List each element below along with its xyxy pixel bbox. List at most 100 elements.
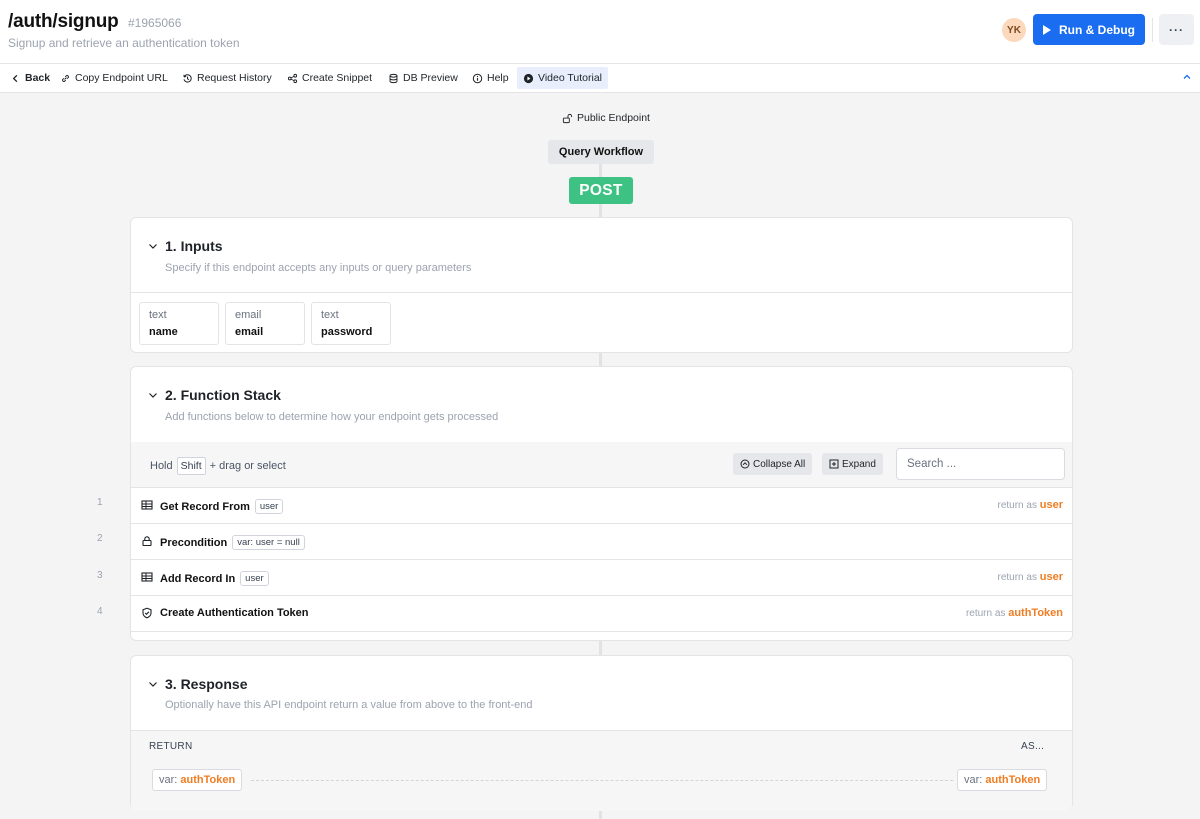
input-field-password[interactable]: text password [311,302,391,345]
function-stack-title: 2. Function Stack [165,387,281,403]
db-preview-label: DB Preview [403,72,458,84]
more-options-button[interactable]: ··· [1159,14,1194,45]
hold-label: Hold [150,460,173,472]
request-history-label: Request History [197,72,272,84]
chevron-down-icon [149,682,157,687]
play-circle-icon [523,73,534,83]
public-endpoint-label: Public Endpoint [577,112,650,124]
back-label: Back [25,72,51,84]
workflow-connector [599,352,602,366]
input-field-email[interactable]: email email [225,302,305,345]
function-search-input[interactable]: Search ... [896,448,1065,480]
function-label: Add Record In user [160,571,269,586]
chevron-down-icon [149,244,157,249]
response-mapping: RETURN AS... var: authToken var: authTok… [131,731,1072,811]
line-number: 4 [97,606,103,617]
back-button[interactable]: Back [8,67,52,89]
unlock-icon [562,113,573,123]
return-as-label: return as [997,500,1037,511]
function-label: Create Authentication Token [160,607,309,619]
return-as-label: return as [965,608,1006,619]
inputs-description: Specify if this endpoint accepts any inp… [165,262,472,274]
inputs-header[interactable]: 1. Inputs [148,238,223,254]
function-label: Precondition var: user = null [160,535,305,550]
input-name: password [321,326,373,338]
public-endpoint-toggle[interactable]: Public Endpoint [562,112,650,124]
return-as-label: return as [997,572,1037,583]
function-name: Get Record From [160,500,250,513]
page-subtitle: Signup and retrieve an authentication to… [8,36,240,50]
shield-icon [142,607,152,619]
as-var: authToken [985,774,1041,786]
as-column-label: AS... [1021,741,1045,752]
video-tutorial-button[interactable]: Video Tutorial [517,67,609,89]
chevron-down-icon [149,393,157,398]
line-number: 2 [97,533,103,544]
copy-endpoint-url-button[interactable]: Copy Endpoint URL [58,67,170,89]
chevron-up-icon[interactable] [1182,72,1192,82]
return-variable-pill[interactable]: var: authToken [152,769,243,791]
function-row-get-record[interactable]: Get Record From user return as user [131,488,1072,524]
return-var: user [1039,571,1063,583]
input-type: text [149,309,167,321]
query-workflow-badge[interactable]: Query Workflow [548,140,654,164]
function-row-create-token[interactable]: Create Authentication Token return as au… [131,596,1072,632]
workflow-connector [599,164,602,177]
var-prefix: var: [964,774,983,786]
function-row-add-record[interactable]: Add Record In user return as user [131,560,1072,596]
db-preview-button[interactable]: DB Preview [386,67,460,89]
response-description: Optionally have this API endpoint return… [165,699,533,711]
run-debug-label: Run & Debug [1059,22,1135,37]
shift-key: Shift [176,457,206,475]
var-prefix: var: [159,774,178,786]
collapse-all-label: Collapse All [753,458,806,470]
http-method-badge[interactable]: POST [569,177,633,204]
page-title: /auth/signup [8,11,119,32]
table-tag: user [254,499,284,514]
collapse-all-button[interactable]: Collapse All [733,453,813,475]
function-name: Add Record In [160,572,236,585]
help-button[interactable]: Help [470,67,511,89]
return-column-label: RETURN [149,741,193,752]
return-as: return as user [998,499,1064,511]
function-stack-toolbar: Hold Shift + drag or select Collapse All… [131,442,1072,488]
video-tutorial-label: Video Tutorial [538,72,603,84]
table-tag: user [240,571,269,586]
avatar[interactable]: YK [1002,18,1026,42]
link-icon [62,74,69,82]
input-name: email [235,326,264,338]
response-header[interactable]: 3. Response [148,676,247,692]
inputs-card: 1. Inputs Specify if this endpoint accep… [130,217,1073,353]
line-number: 1 [97,497,103,508]
line-number: 3 [97,570,103,581]
input-type: text [321,309,339,321]
condition-tag: var: user = null [232,535,305,550]
collapse-icon [740,459,750,469]
info-icon [472,73,483,83]
function-stack-description: Add functions below to determine how you… [165,411,499,423]
function-row-precondition[interactable]: Precondition var: user = null [131,524,1072,560]
function-stack-header[interactable]: 2. Function Stack [148,387,281,403]
page-header: /auth/signup #1965066 Signup and retriev… [0,0,1200,64]
share-icon [287,73,298,83]
endpoint-id: #1965066 [128,16,182,30]
help-label: Help [487,72,509,84]
run-debug-button[interactable]: Run & Debug [1033,14,1145,45]
divider [131,292,1072,293]
function-name: Precondition [160,536,228,549]
expand-button[interactable]: Expand [822,453,883,475]
history-icon [183,73,192,83]
inputs-title: 1. Inputs [165,238,223,254]
header-divider [1152,18,1153,42]
play-icon [1043,24,1051,35]
return-var: user [1039,499,1063,511]
create-snippet-button[interactable]: Create Snippet [285,67,374,89]
workflow-connector [599,641,602,655]
input-field-name[interactable]: text name [139,302,219,345]
request-history-button[interactable]: Request History [180,67,274,89]
drag-hint-label: + drag or select [209,460,286,472]
as-variable-pill[interactable]: var: authToken [957,769,1048,791]
mapping-connector [251,780,953,781]
function-label: Get Record From user [160,499,284,514]
drag-hint: Hold Shift + drag or select [150,457,286,475]
